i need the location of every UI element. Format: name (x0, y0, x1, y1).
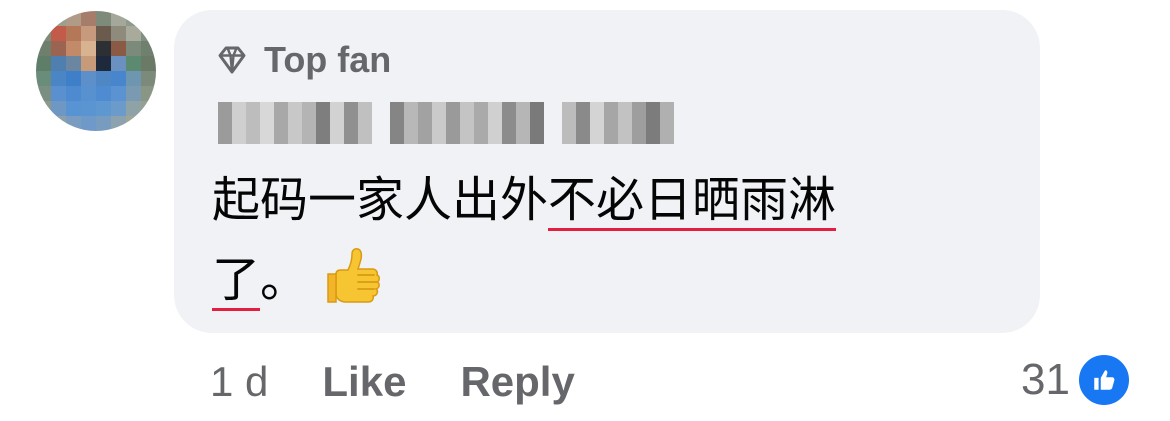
avatar-pixel (126, 41, 141, 56)
blurred-name-segment (390, 102, 544, 144)
avatar-pixel (111, 11, 126, 26)
avatar-pixel (36, 11, 51, 26)
avatar-pixel (96, 86, 111, 101)
avatar-pixel (126, 26, 141, 41)
reply-button[interactable]: Reply (460, 358, 574, 406)
blurred-name-segment (218, 102, 372, 144)
avatar-pixel (126, 56, 141, 71)
avatar-pixel (36, 116, 51, 131)
diamond-icon (218, 46, 246, 74)
avatar-pixel (141, 41, 156, 56)
avatar-pixel (81, 116, 96, 131)
avatar-pixel (126, 101, 141, 116)
avatar-pixel (96, 41, 111, 56)
avatar-pixel (96, 71, 111, 86)
avatar-pixel (111, 86, 126, 101)
comment-actions: 1 d Like Reply (210, 352, 629, 412)
avatar-pixel (141, 56, 156, 71)
reaction-count: 31 (1021, 355, 1070, 404)
comment-bubble: Top fan 起码一家人出外不必日晒雨淋 了。 (174, 10, 1040, 333)
comment-text-underlined: 了 (212, 252, 261, 308)
avatar[interactable] (36, 11, 156, 131)
avatar-pixel (66, 116, 81, 131)
avatar-pixel (126, 86, 141, 101)
avatar-pixel (81, 86, 96, 101)
author-name-blurred[interactable] (218, 102, 674, 144)
thumbs-up-emoji-icon (327, 248, 381, 303)
thumbs-up-icon (1094, 370, 1115, 390)
avatar-pixel (141, 71, 156, 86)
avatar-pixel (66, 86, 81, 101)
avatar-pixel (111, 56, 126, 71)
avatar-pixel (36, 71, 51, 86)
avatar-pixel (36, 56, 51, 71)
avatar-pixel (111, 71, 126, 86)
comment-text-plain: 起码一家人出外 (212, 172, 549, 228)
avatar-pixel (51, 56, 66, 71)
avatar-pixel (141, 11, 156, 26)
avatar-pixel (96, 11, 111, 26)
avatar-pixel (36, 101, 51, 116)
avatar-pixel (51, 26, 66, 41)
avatar-pixel (66, 41, 81, 56)
avatar-pixel (36, 26, 51, 41)
avatar-pixel (51, 11, 66, 26)
comment-text-plain: 。 (260, 252, 309, 308)
comment-text-underlined: 不必日晒雨淋 (548, 172, 837, 228)
avatar-pixel (51, 71, 66, 86)
timestamp[interactable]: 1 d (210, 358, 268, 406)
avatar-pixel (141, 101, 156, 116)
avatar-pixel (81, 71, 96, 86)
comment: Top fan 起码一家人出外不必日晒雨淋 了。 1 d Like Reply … (0, 0, 1170, 421)
avatar-pixel (36, 41, 51, 56)
avatar-pixel (141, 86, 156, 101)
avatar-pixel (81, 101, 96, 116)
avatar-pixel (66, 56, 81, 71)
avatar-pixel (51, 101, 66, 116)
avatar-pixel (141, 116, 156, 131)
blurred-name-segment (562, 102, 674, 144)
avatar-pixel (126, 71, 141, 86)
avatar-pixel (96, 101, 111, 116)
comment-text: 起码一家人出外不必日晒雨淋 了。 (212, 160, 1012, 320)
avatar-pixel (96, 26, 111, 41)
avatar-pixel (51, 41, 66, 56)
avatar-pixel (81, 56, 96, 71)
avatar-pixel (81, 41, 96, 56)
avatar-pixel (51, 116, 66, 131)
avatar-pixel (126, 11, 141, 26)
avatar-pixel (111, 26, 126, 41)
avatar-pixel (81, 11, 96, 26)
like-button[interactable]: Like (322, 358, 406, 406)
top-fan-badge: Top fan (214, 39, 392, 80)
avatar-pixel (81, 26, 96, 41)
reactions-summary[interactable]: 31 (1021, 350, 1132, 410)
avatar-pixel (51, 86, 66, 101)
avatar-pixel (66, 26, 81, 41)
avatar-pixel (96, 56, 111, 71)
avatar-pixel (111, 101, 126, 116)
avatar-pixel (141, 26, 156, 41)
like-reaction-icon (1076, 352, 1132, 408)
avatar-pixel (66, 101, 81, 116)
avatar-pixel (66, 71, 81, 86)
avatar-pixel (111, 41, 126, 56)
avatar-pixel (96, 116, 111, 131)
avatar-pixel (111, 116, 126, 131)
avatar-pixel (36, 86, 51, 101)
avatar-pixel (126, 116, 141, 131)
avatar-pixel (66, 11, 81, 26)
badge-label: Top fan (264, 39, 392, 80)
